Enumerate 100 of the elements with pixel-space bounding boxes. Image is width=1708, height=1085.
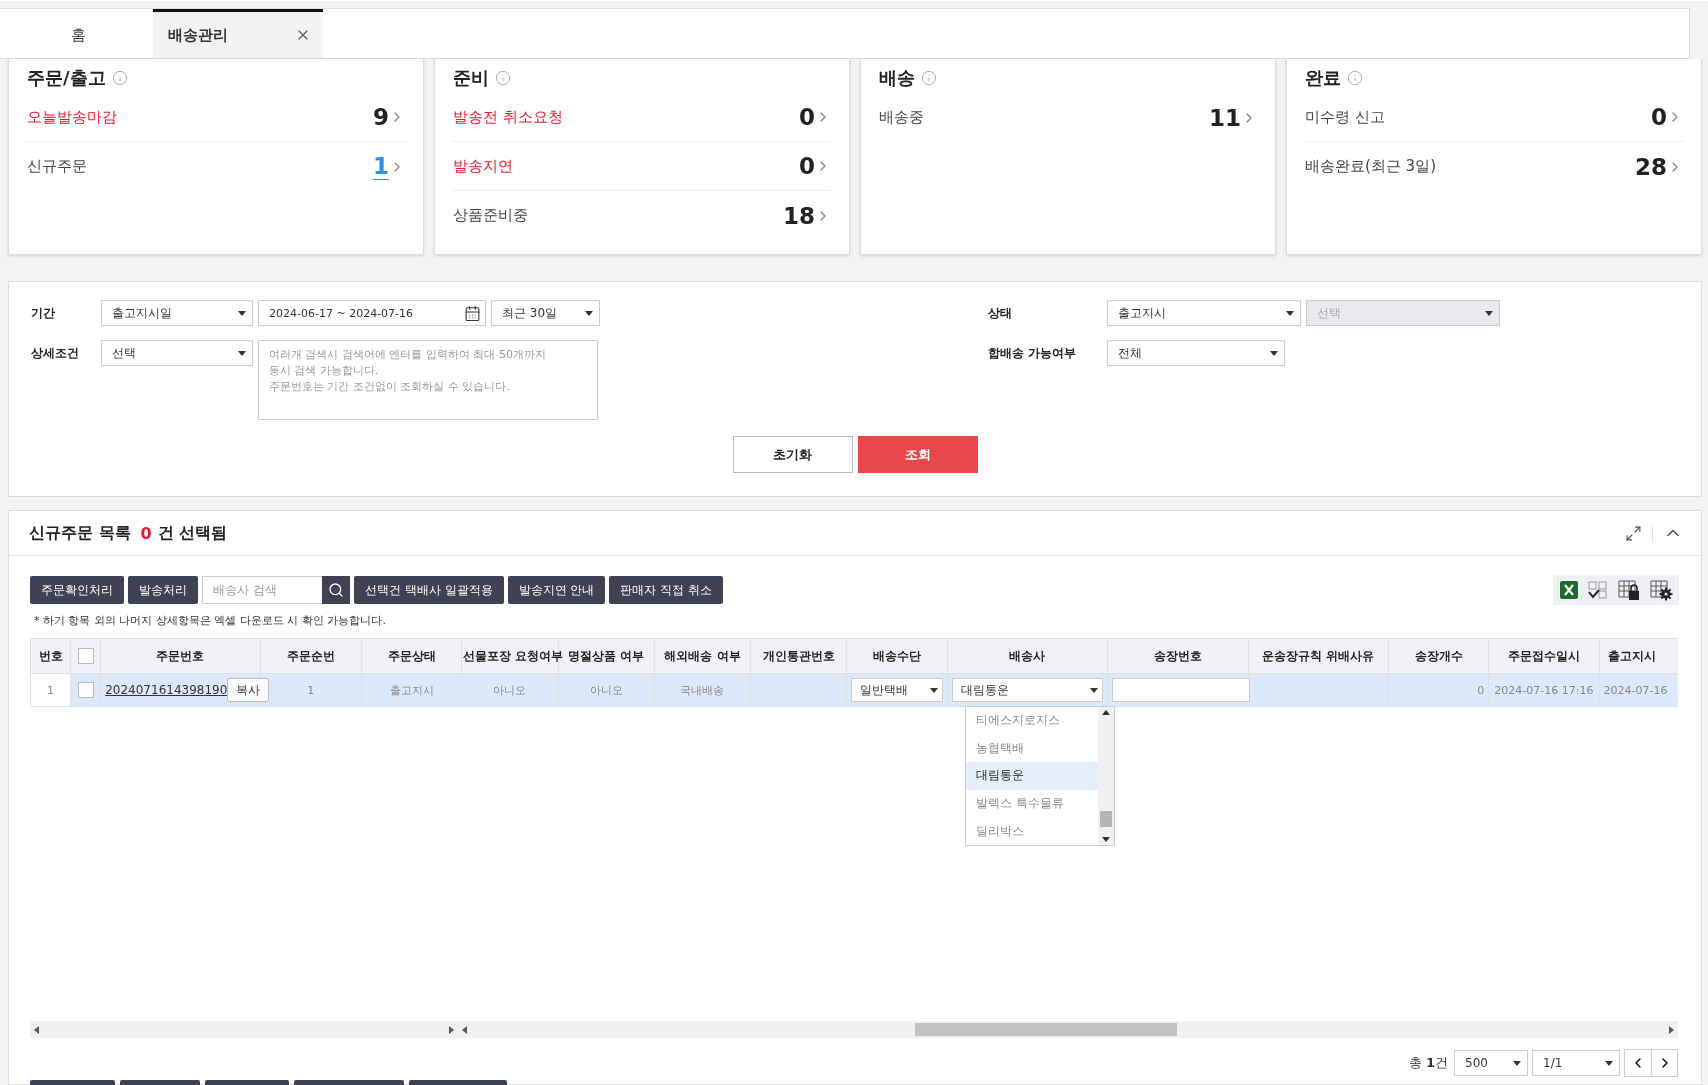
horizontal-scrollbar[interactable]	[458, 1021, 1678, 1038]
total-count: 총 1건	[1408, 1054, 1448, 1072]
status-label: 상품준비중	[453, 206, 529, 225]
select-field[interactable]: 출고지시일	[101, 300, 253, 326]
table-cell: 1	[30, 673, 71, 707]
action-button[interactable]: 발송지연 안내	[507, 576, 606, 604]
page-size-select[interactable]: 500	[1454, 1050, 1528, 1076]
search-terms-field[interactable]: 여러개 검색시 검색어에 엔터를 입력하여 최대 50개까지 동시 검색 가능합니다. 주문번호는 기간 조건없이 조회하실 수 있습니다.	[258, 340, 598, 420]
invoice-number-field[interactable]	[1112, 678, 1251, 702]
table-cell: 아니오	[558, 673, 655, 707]
column-header: 주문번호	[100, 638, 261, 674]
calendar-icon[interactable]	[464, 304, 481, 322]
list-title: 신규주문 목록	[29, 522, 131, 544]
date-range-field[interactable]: 2024-06-17 ~ 2024-07-16	[258, 300, 486, 326]
table-cell: 국내배송	[654, 673, 751, 707]
status-label: 오늘발송마감	[27, 107, 118, 127]
status-label: 발송지연	[453, 156, 514, 176]
column-header: 배송수단	[846, 638, 948, 674]
action-button[interactable]: 선택건 택배사 일괄적용	[354, 576, 504, 604]
status-count[interactable]: 9	[373, 104, 389, 130]
dropdown-scrollbar[interactable]	[1098, 707, 1114, 845]
grid-check-icon[interactable]	[1587, 580, 1609, 600]
search-button[interactable]: 조회	[857, 436, 978, 473]
grid-lock-icon[interactable]	[1617, 579, 1641, 601]
checkbox[interactable]	[77, 682, 94, 698]
table-cell: 2024-07-16	[1599, 673, 1678, 707]
selected-count: 0	[140, 523, 152, 543]
caret-icon	[1485, 310, 1494, 316]
status-count[interactable]: 11	[1209, 104, 1241, 131]
status-count[interactable]: 0	[1651, 104, 1667, 130]
status-label: 배송중	[879, 108, 925, 127]
filter-label: 상세조건	[31, 345, 80, 362]
action-button[interactable]: 발송처리	[128, 576, 198, 604]
status-count[interactable]: 28	[1635, 153, 1667, 180]
tab-label: 홈	[70, 25, 86, 45]
caret-icon	[1513, 1060, 1521, 1066]
select-field[interactable]: 선택	[101, 340, 253, 366]
status-count[interactable]: 0	[799, 153, 815, 179]
carrier-select[interactable]: 대림통운	[951, 678, 1104, 702]
order-number-link[interactable]: 2024071614398190	[105, 683, 228, 697]
carrier-search-field[interactable]: 배송사 검색	[202, 576, 322, 604]
column-header: 송장개수	[1388, 638, 1489, 674]
card-title: 완료	[1305, 66, 1341, 90]
column-header: 운송장규칙 위배사유	[1248, 638, 1389, 674]
caret-icon	[585, 310, 593, 316]
info-icon[interactable]	[111, 70, 128, 86]
expand-icon[interactable]	[1625, 524, 1642, 542]
copy-button[interactable]: 복사	[227, 678, 270, 702]
search-button[interactable]	[322, 576, 350, 604]
status-label: 배송완료(최근 3일)	[1305, 157, 1437, 176]
column-header: 출고지시	[1599, 638, 1678, 674]
card-title: 준비	[453, 66, 489, 90]
table-cell: 2024-07-16 17:16	[1488, 673, 1600, 707]
caret-icon	[929, 687, 938, 693]
page-select[interactable]: 1/1	[1532, 1050, 1620, 1076]
info-icon[interactable]	[921, 70, 937, 86]
spreadsheet-icon[interactable]	[1559, 580, 1579, 600]
status-count[interactable]: 0	[799, 104, 815, 130]
column-header: 주문상태	[361, 638, 462, 674]
status-label: 미수령 신고	[1305, 107, 1386, 127]
info-icon[interactable]	[1347, 70, 1363, 86]
reset-button[interactable]: 초기화	[732, 436, 853, 473]
column-header: 번호	[30, 638, 71, 674]
grid-settings-icon[interactable]	[1649, 579, 1673, 601]
info-icon[interactable]	[495, 70, 511, 86]
tab[interactable]: 배송관리	[153, 9, 323, 58]
column-header: 개인통관번호	[750, 638, 847, 674]
filter-label: 기간	[31, 305, 56, 322]
caret-icon	[238, 310, 246, 316]
column-header: 주문접수일시	[1488, 638, 1600, 674]
status-label: 신규주문	[27, 157, 88, 176]
status-label: 발송전 취소요청	[453, 107, 564, 127]
caret-icon	[1270, 350, 1279, 356]
dropdown-option[interactable]: 대림통운	[966, 762, 1098, 790]
selected-label: 건 선택됨	[157, 522, 228, 544]
filter-label: 합배송 가능여부	[988, 345, 1078, 362]
select-field[interactable]: 최근 30일	[491, 300, 600, 326]
column-header: 배송사	[947, 638, 1108, 674]
select-field[interactable]: 출고지시	[1107, 300, 1302, 326]
checkbox[interactable]	[77, 648, 94, 664]
column-header: 주문순번	[260, 638, 362, 674]
column-header: 해외배송 여부	[654, 638, 751, 674]
action-button[interactable]: 판매자 직접 취소	[609, 576, 724, 604]
caret-icon	[1605, 1060, 1613, 1066]
caret-icon	[1286, 310, 1295, 316]
action-button[interactable]: 주문확인처리	[30, 576, 124, 604]
table-cell: 아니오	[461, 673, 559, 707]
caret-icon	[1090, 687, 1099, 693]
select-field[interactable]: 전체	[1107, 340, 1286, 366]
filter-label: 상태	[988, 305, 1014, 322]
search-icon	[328, 582, 344, 598]
card-title: 주문/출고	[27, 66, 106, 90]
caret-icon	[238, 350, 246, 356]
table-cell: 0	[1388, 673, 1489, 707]
table-cell: 출고지시	[361, 673, 462, 707]
horizontal-scrollbar[interactable]	[30, 1021, 458, 1038]
column-header: 송장번호	[1107, 638, 1249, 674]
shipping-method-select[interactable]: 일반택배	[851, 678, 943, 702]
status-count[interactable]: 18	[783, 202, 815, 229]
note-text: * 하기 항목 외의 나머지 상세항목은 엑셀 다운로드 시 확인 가능합니다.	[34, 613, 387, 628]
